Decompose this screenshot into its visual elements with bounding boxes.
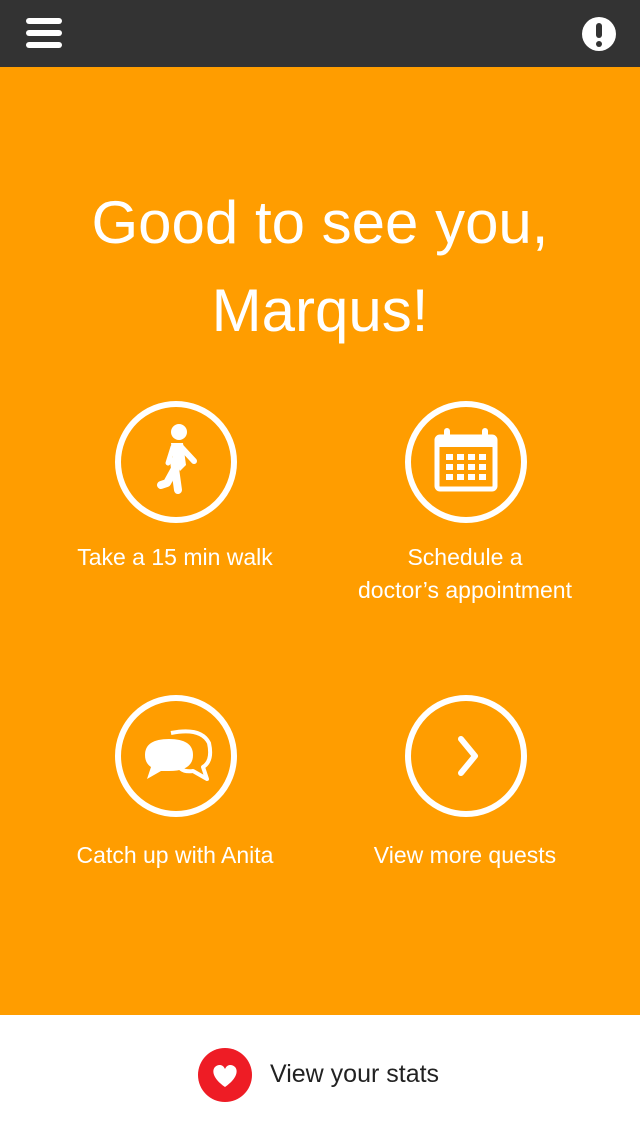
walking-person-icon <box>115 401 237 523</box>
bottom-bar: View your stats <box>0 1015 640 1136</box>
calendar-icon <box>405 401 527 523</box>
quest-label-line-1: Take a 15 min walk <box>77 544 273 570</box>
view-stats-label: View your stats <box>270 1060 440 1088</box>
top-bar <box>0 0 640 67</box>
quest-label: Take a 15 min walk <box>35 541 315 574</box>
chevron-right-icon <box>405 695 527 817</box>
quest-label: Catch up with Anita <box>35 839 315 872</box>
greeting-title: Good to see you, Marqus! <box>20 179 620 355</box>
quest-label: View more quests <box>325 839 605 872</box>
menu-button[interactable] <box>24 15 64 51</box>
quest-label-line-1: View more quests <box>373 842 557 868</box>
alert-button[interactable] <box>582 17 616 51</box>
quest-label-line-1: Schedule a <box>407 544 523 570</box>
greeting-line-1: Good to see you, <box>91 189 549 256</box>
main-panel: Good to see you, Marqus! Take a 15 min w… <box>0 67 640 1015</box>
heart-icon <box>198 1048 252 1102</box>
chat-bubbles-icon <box>115 695 237 817</box>
quest-label: Schedule a doctor’s appointment <box>325 541 605 607</box>
quest-label-line-2: doctor’s appointment <box>358 577 572 603</box>
view-stats-button[interactable]: View your stats <box>198 1048 458 1102</box>
greeting-name: Marqus! <box>211 277 429 344</box>
quest-label-line-1: Catch up with Anita <box>76 842 274 868</box>
